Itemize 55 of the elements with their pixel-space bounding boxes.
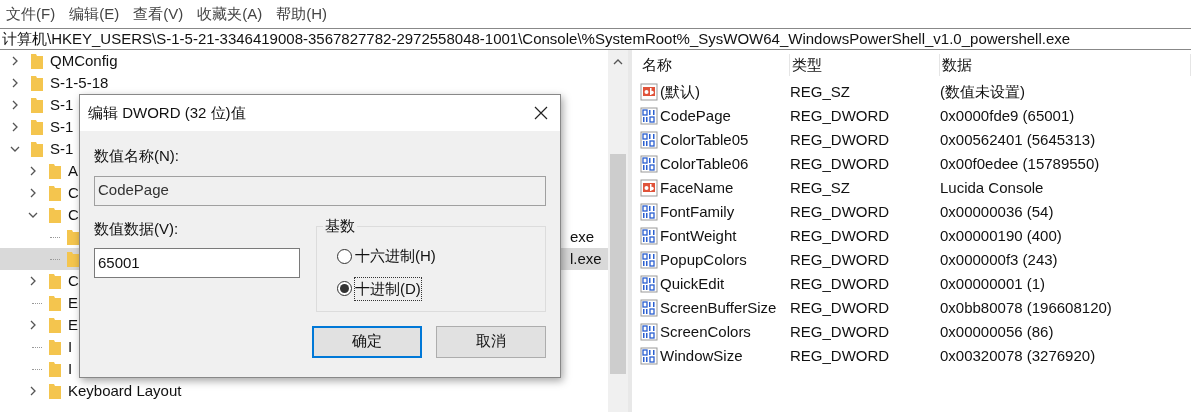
tree-label: C <box>68 182 79 203</box>
field-label: 数值数据(V): <box>94 218 180 239</box>
field-label: 数值名称(N): <box>94 146 180 166</box>
value-type: REG_DWORD <box>790 153 891 174</box>
value-name: ColorTable05 <box>660 129 749 150</box>
value-type: REG_SZ <box>790 177 851 198</box>
value-name: WindowSize <box>660 345 743 366</box>
tree-label: Keyboard Layout <box>68 380 182 401</box>
value-type: REG_DWORD <box>790 273 891 294</box>
value-name: FontFamily <box>660 201 735 222</box>
tree-label: QMConfig <box>50 50 118 71</box>
value-data: 0x00320078 (3276920) <box>940 345 1096 366</box>
tree-label: E <box>68 314 78 335</box>
value-type: REG_DWORD <box>790 225 891 246</box>
value-name: ColorTable06 <box>660 153 749 174</box>
value-data: 0x00562401 (5645313) <box>940 129 1096 150</box>
dialog-title: 编辑 DWORD (32 位)值 <box>88 102 246 123</box>
value-data: 0x00000001 (1) <box>940 273 1046 294</box>
value-type: REG_DWORD <box>790 249 891 270</box>
tree-label: I <box>68 358 73 379</box>
value-name: QuickEdit <box>660 273 725 294</box>
value-name: CodePage <box>660 105 731 126</box>
value-type: REG_DWORD <box>790 345 891 366</box>
tree-label: S-1 <box>50 94 74 115</box>
tree-label: C <box>68 204 79 225</box>
value-data: (数值未设置) <box>940 81 1025 102</box>
value-data: 0x0000fde9 (65001) <box>940 105 1075 126</box>
value-type: REG_DWORD <box>790 105 891 126</box>
value-type: REG_DWORD <box>790 201 891 222</box>
tree-label: S-1-5-18 <box>50 72 109 93</box>
value-data: 0x00f0edee (15789550) <box>940 153 1100 174</box>
value-data: 0x000000f3 (243) <box>940 249 1058 270</box>
value-type: REG_SZ <box>790 81 851 102</box>
tree-label: S-1 <box>50 138 74 159</box>
value-type: REG_DWORD <box>790 297 891 318</box>
value-name: FontWeight <box>660 225 737 246</box>
value-type: REG_DWORD <box>790 321 891 342</box>
value-name: FaceName <box>660 177 734 198</box>
tree-label: E <box>68 292 78 313</box>
value-name: ScreenColors <box>660 321 751 342</box>
value-name: (默认) <box>660 81 700 102</box>
value-data: 0x00000036 (54) <box>940 201 1054 222</box>
value-data: Lucida Console <box>940 177 1044 198</box>
value-type: REG_DWORD <box>790 129 891 150</box>
tree-label: S-1 <box>50 116 74 137</box>
tree-label: l.exe <box>570 248 602 269</box>
tree-label: C <box>68 270 79 291</box>
value-data: 0x0bb80078 (196608120) <box>940 297 1112 318</box>
tree-label: I <box>68 336 73 357</box>
value-name: ScreenBufferSize <box>660 297 777 318</box>
tree-label: A <box>68 160 78 181</box>
value-data: 0x00000056 (86) <box>940 321 1054 342</box>
tree-label: exe <box>570 226 595 247</box>
value-data: 0x00000190 (400) <box>940 225 1062 246</box>
value-name: PopupColors <box>660 249 747 270</box>
